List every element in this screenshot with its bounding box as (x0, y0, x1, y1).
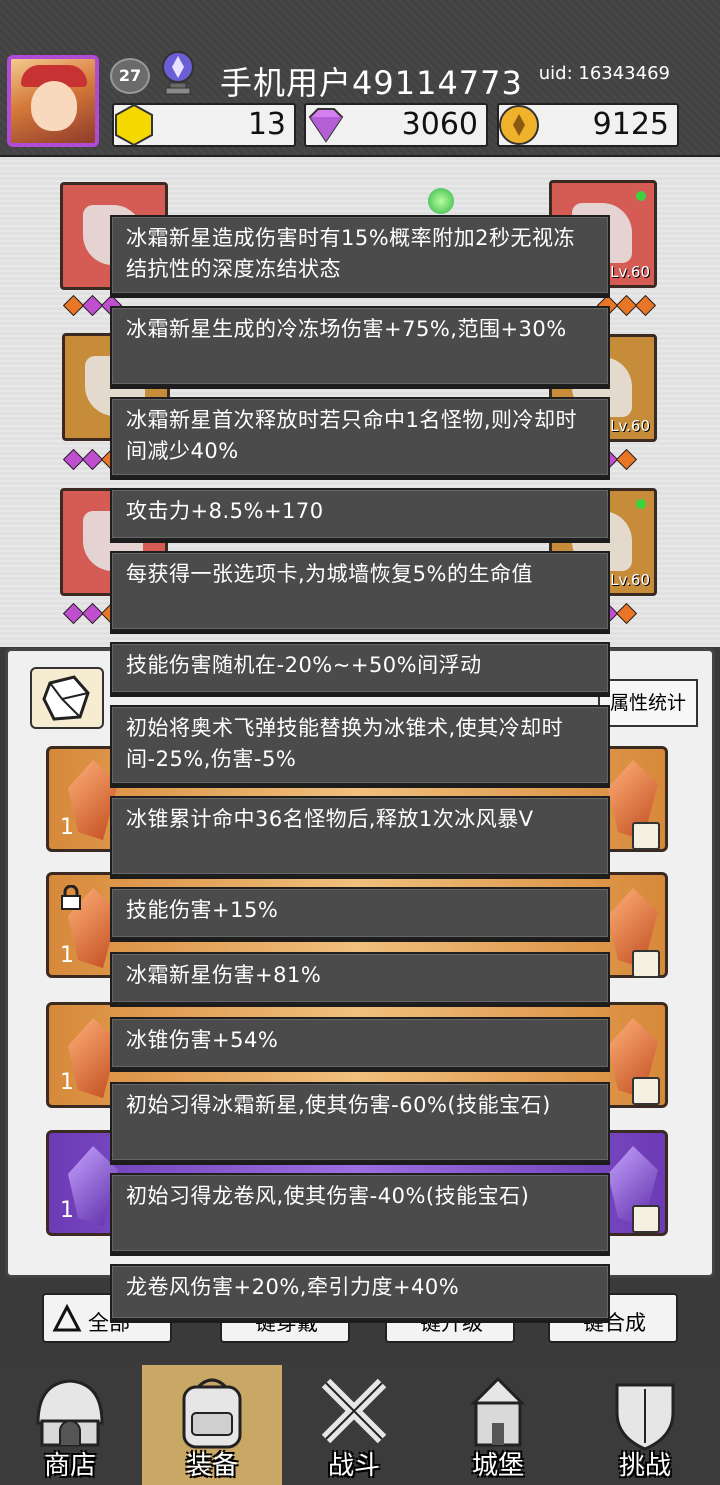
affix-tooltip: 初始习得冰霜新星,使其伤害-60%(技能宝石) (110, 1082, 610, 1162)
top-bar: 27 手机用户49114773 uid: 16343469 13 3060 91… (0, 0, 720, 158)
affix-tooltip: 技能伤害+15% (110, 887, 610, 939)
gem-outline-icon (42, 675, 90, 721)
currency-coin[interactable]: 9125 (497, 103, 679, 147)
gold-hexagon-gem-icon (115, 103, 153, 147)
armor-type-icon (632, 822, 660, 850)
affix-tooltip: 初始将奥术飞弹技能替换为冰锥术,使其冷却时间-25%,伤害-5% (110, 705, 610, 785)
nav-equipment[interactable]: 装备 (142, 1365, 282, 1485)
nav-equipment-label: 装备 (185, 1451, 238, 1481)
nav-castle-label: 城堡 (471, 1451, 524, 1481)
affix-tooltip: 冰霜新星生成的冷冻场伤害+75%,范围+30% (110, 306, 610, 386)
item-count: 1 (60, 943, 74, 968)
affix-tooltip: 冰霜新星造成伤害时有15%概率附加2秒无视冻结抗性的深度冻结状态 (110, 215, 610, 295)
affix-tooltip: 龙卷风伤害+20%,牵引力度+40% (110, 1264, 610, 1320)
nav-shop-label: 商店 (43, 1451, 96, 1481)
player-name: 手机用户49114773 (220, 64, 523, 102)
affix-tooltip: 冰锥累计命中36名怪物后,释放1次冰风暴V (110, 796, 610, 876)
backpack-icon (182, 1378, 242, 1449)
affix-tooltip: 初始习得龙卷风,使其伤害-40%(技能宝石) (110, 1173, 610, 1253)
affix-tooltip: 攻击力+8.5%+170 (110, 488, 610, 540)
rank-trophy-icon[interactable] (158, 50, 198, 96)
nav-challenge-label: 挑战 (618, 1451, 671, 1481)
player-uid: uid: 16343469 (538, 63, 670, 84)
slot-level: Lv.60 (610, 417, 650, 435)
affix-tooltip: 技能伤害随机在-20%~+50%间浮动 (110, 642, 610, 694)
castle-icon (470, 1376, 526, 1447)
currency-gold-gem-value: 13 (247, 107, 286, 142)
player-avatar[interactable] (7, 55, 99, 147)
upgrade-dot (636, 499, 646, 509)
lock-icon[interactable] (60, 885, 82, 911)
gold-coin-icon (499, 105, 539, 145)
nav-challenge[interactable]: 挑战 (575, 1365, 715, 1485)
avatar-face (31, 81, 77, 131)
item-count: 1 (60, 815, 74, 840)
helmet-type-icon (632, 950, 660, 978)
nav-castle[interactable]: 城堡 (428, 1365, 568, 1485)
nav-battle-label: 战斗 (327, 1451, 380, 1481)
gem-filter-button[interactable] (30, 667, 104, 729)
currency-gold-gem[interactable]: 13 (112, 103, 296, 147)
affix-tooltip: 冰锥伤害+54% (110, 1017, 610, 1069)
ring-type-icon (632, 1077, 660, 1105)
affix-tooltip: 冰霜新星首次释放时若只命中1名怪物,则冷却时间减少40% (110, 397, 610, 477)
crossed-swords-icon (321, 1378, 387, 1444)
player-level-badge: 27 (110, 58, 150, 94)
slot-level: Lv.60 (610, 571, 650, 589)
nav-battle[interactable]: 战斗 (284, 1365, 424, 1485)
purple-diamond-icon (308, 108, 344, 143)
affix-tooltip: 冰霜新星伤害+81% (110, 952, 610, 1004)
currency-coin-value: 9125 (592, 107, 669, 142)
slot-level: Lv.60 (610, 263, 650, 281)
currency-diamond-value: 3060 (401, 107, 478, 142)
currency-diamond[interactable]: 3060 (304, 103, 488, 147)
green-orb-icon (428, 188, 454, 214)
attribute-stats-button[interactable]: 属性统计 (598, 679, 698, 727)
affix-tooltip: 每获得一张选项卡,为城墙恢复5%的生命值 (110, 551, 610, 631)
armor-type-icon (632, 1205, 660, 1233)
nav-shop[interactable]: 商店 (0, 1365, 140, 1485)
bottom-nav: 商店 装备 战斗 城堡 挑战 (0, 1365, 720, 1485)
shield-icon (615, 1383, 675, 1451)
upgrade-dot (636, 191, 646, 201)
item-count: 1 (60, 1070, 74, 1095)
item-count: 1 (60, 1198, 74, 1223)
shop-icon (36, 1379, 104, 1447)
triangle-up-icon (52, 1304, 82, 1332)
